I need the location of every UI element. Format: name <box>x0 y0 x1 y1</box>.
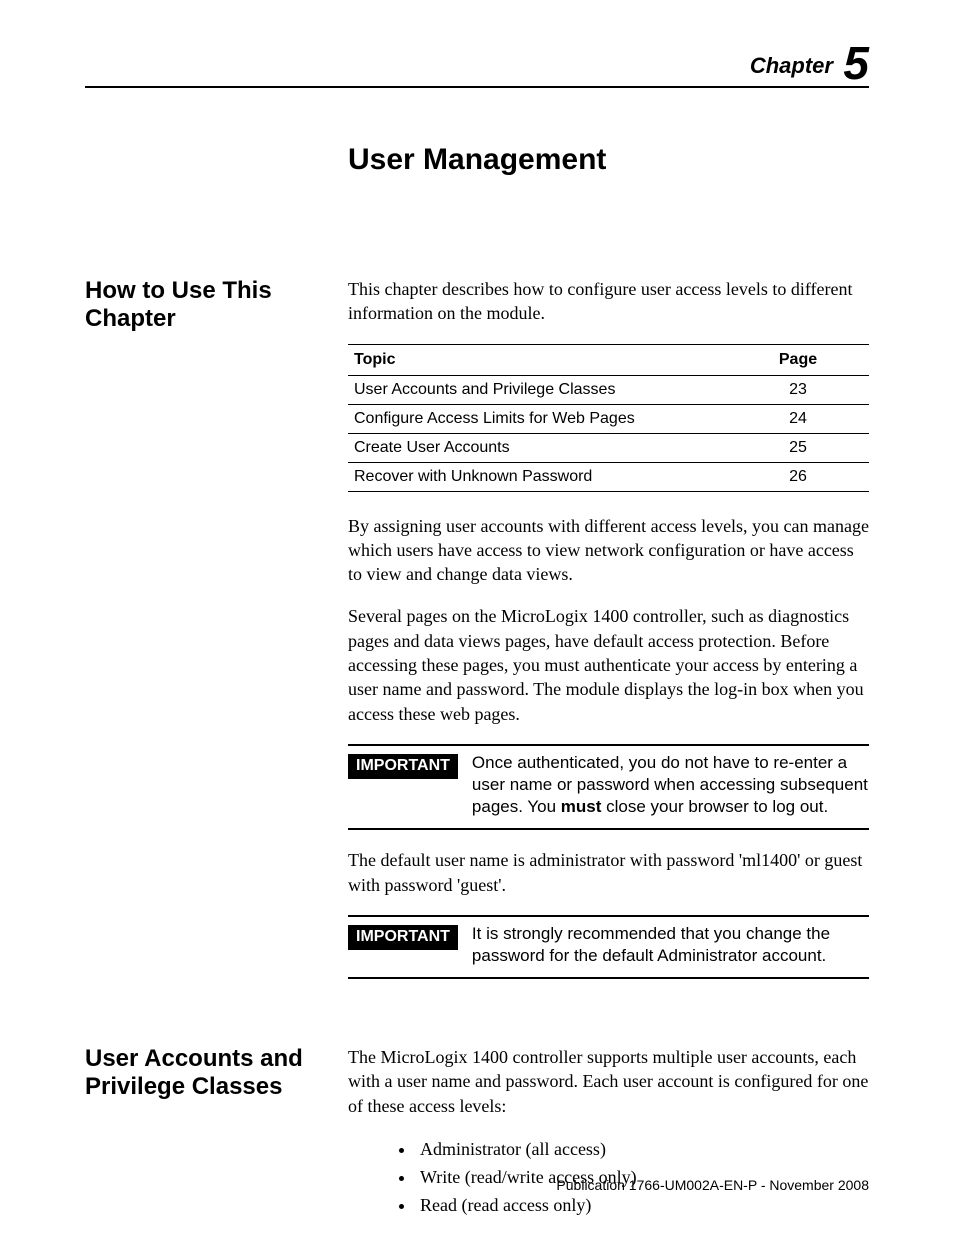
list-item: Administrator (all access) <box>416 1136 869 1164</box>
cell-topic: Create User Accounts <box>348 433 727 462</box>
section-heading: How to Use This Chapter <box>85 277 348 332</box>
important-label: IMPORTANT <box>348 754 458 779</box>
body-paragraph: By assigning user accounts with differen… <box>348 514 869 587</box>
cell-page: 25 <box>727 433 869 462</box>
intro-paragraph: This chapter describes how to configure … <box>348 277 869 326</box>
cell-topic: Configure Access Limits for Web Pages <box>348 404 727 433</box>
cell-page: 23 <box>727 375 869 404</box>
chapter-label: Chapter <box>750 53 833 78</box>
publication-footer: Publication 1766-UM002A-EN-P - November … <box>556 1177 869 1193</box>
cell-page: 26 <box>727 462 869 491</box>
important-text: Once authenticated, you do not have to r… <box>472 752 869 818</box>
body-paragraph: The default user name is administrator w… <box>348 848 869 897</box>
page-title: User Management <box>348 143 869 177</box>
cell-topic: User Accounts and Privilege Classes <box>348 375 727 404</box>
list-item: Read (read access only) <box>416 1192 869 1220</box>
section-heading: User Accounts and Privilege Classes <box>85 1045 348 1100</box>
section-user-accounts: User Accounts and Privilege Classes The … <box>85 1045 869 1238</box>
table-row: User Accounts and Privilege Classes 23 <box>348 375 869 404</box>
cell-page: 24 <box>727 404 869 433</box>
cell-topic: Recover with Unknown Password <box>348 462 727 491</box>
important-callout: IMPORTANT Once authenticated, you do not… <box>348 744 869 830</box>
intro-paragraph: The MicroLogix 1400 controller supports … <box>348 1045 869 1118</box>
body-paragraph: Several pages on the MicroLogix 1400 con… <box>348 604 869 725</box>
table-row: Recover with Unknown Password 26 <box>348 462 869 491</box>
table-row: Configure Access Limits for Web Pages 24 <box>348 404 869 433</box>
important-callout: IMPORTANT It is strongly recommended tha… <box>348 915 869 979</box>
section-how-to-use: How to Use This Chapter This chapter des… <box>85 277 869 997</box>
th-topic: Topic <box>348 344 727 375</box>
chapter-number: 5 <box>843 37 869 89</box>
th-page: Page <box>727 344 869 375</box>
topics-table: Topic Page User Accounts and Privilege C… <box>348 344 869 492</box>
important-label: IMPORTANT <box>348 925 458 950</box>
important-text: It is strongly recommended that you chan… <box>472 923 869 967</box>
table-row: Create User Accounts 25 <box>348 433 869 462</box>
chapter-header: Chapter 5 <box>85 40 869 88</box>
